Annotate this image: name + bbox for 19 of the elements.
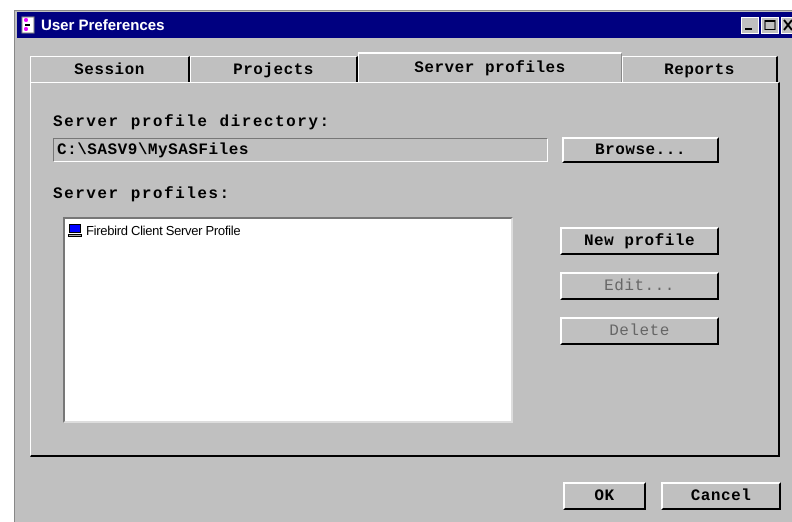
directory-field[interactable]: C:\SASV9\MySASFiles	[53, 138, 548, 162]
minimize-icon[interactable]	[741, 16, 759, 34]
window-title: User Preferences	[41, 16, 164, 34]
directory-label: Server profile directory:	[53, 113, 331, 131]
tab[interactable]: Reports	[622, 56, 778, 82]
maximize-icon[interactable]	[761, 16, 779, 34]
app-icon	[21, 16, 35, 34]
tab[interactable]: Server profiles	[358, 52, 622, 82]
browse-button[interactable]: Browse...	[562, 137, 719, 163]
tab[interactable]: Projects	[190, 56, 358, 82]
tab[interactable]: Session	[30, 56, 190, 82]
cancel-button[interactable]: Cancel	[661, 482, 781, 510]
profile-button[interactable]: New profile	[560, 227, 719, 255]
profiles-label: Server profiles:	[53, 185, 231, 203]
profile-item[interactable]: Firebird Client Server Profile	[86, 223, 240, 238]
ok-button[interactable]: OK	[563, 482, 646, 510]
profiles-list[interactable]: Firebird Client Server Profile	[63, 217, 513, 423]
close-icon[interactable]	[781, 16, 792, 34]
computer-icon	[68, 224, 82, 237]
